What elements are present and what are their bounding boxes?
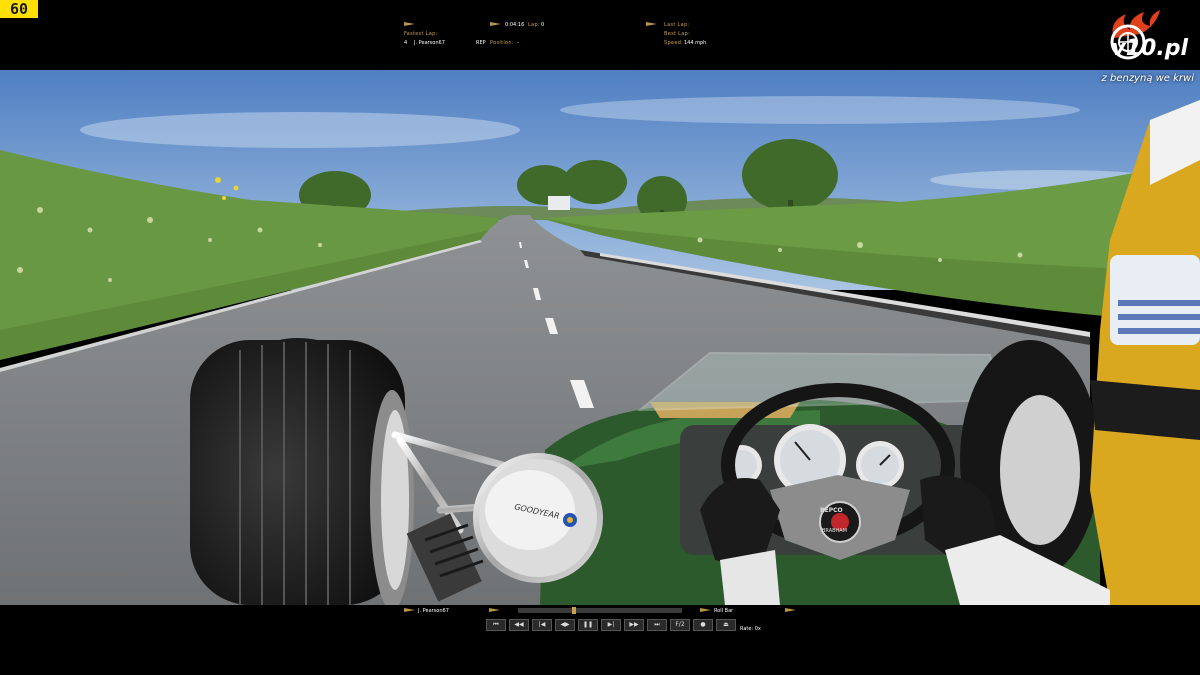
speed-value: 144 mph [684,40,707,46]
fastest-lap-driver: J. Pearson67 [414,40,445,46]
step-forward-button[interactable]: ▶| [601,619,621,631]
fastest-lap-position: 4 [404,40,408,46]
replay-timeline-slider[interactable] [518,608,682,613]
fast-forward-button[interactable]: ▶▶ [624,619,644,631]
eject-button[interactable]: ⏏ [716,619,736,631]
replay-arrow-icon [404,608,415,612]
race-scene [0,70,1200,605]
brand-logo-text: v10.pl [1111,36,1188,61]
replay-arrow-icon [785,608,796,612]
rewind-button[interactable]: ◀◀ [509,619,529,631]
brand-tagline: z benzyną we krwi [1101,73,1194,84]
replay-arrow-icon [489,608,500,612]
record-icon: ● [700,621,706,628]
eject-icon: ⏏ [723,621,729,628]
skip-to-end-icon: ⏭ [654,621,660,628]
play-reverse-button[interactable]: ◀▶ [555,619,575,631]
camera-button[interactable]: F/2 [670,619,690,631]
steering-hub-bottom-text: BRABHAM [822,528,848,534]
skip-to-start-icon: ⏮ [493,621,499,628]
last-lap-label: Last Lap: [664,22,690,28]
best-lap-label: Best Lap: [664,31,691,37]
session-time: 0:04:16 [505,22,525,28]
step-back-icon: |◀ [538,621,546,628]
step-back-button[interactable]: |◀ [532,619,552,631]
fast-forward-icon: ▶▶ [629,621,639,628]
hud-arrow-icon [490,22,501,26]
steering-hub-top-text: REPCO [820,507,843,514]
pause-icon: ❚❚ [582,621,594,628]
replay-control-bar: J. Pearson67 Roll Bar Rate: 0x [0,605,1200,675]
race-hud: 0:04:16 Lap: 0 Fastest Lap: 4 J. Pearson… [0,0,1200,70]
camera-icon: F/2 [675,621,685,628]
replay-rate-label: Rate: 0x [740,626,761,632]
fastest-lap-label: Fastest Lap: [404,31,438,37]
play-reverse-icon: ◀▶ [560,621,570,628]
skip-to-end-button[interactable]: ⏭ [647,619,667,631]
replay-timeline-thumb[interactable] [571,607,576,614]
rewind-icon: ◀◀ [514,621,524,628]
lap-label: Lap: [528,22,540,28]
skip-to-start-button[interactable]: ⏮ [486,619,506,631]
hud-arrow-icon [404,22,415,26]
record-button[interactable]: ● [693,619,713,631]
hud-arrow-icon [646,22,657,26]
speed-label: Speed: [664,40,684,46]
step-forward-icon: ▶| [607,621,615,628]
rep-label: REP [476,40,486,46]
position-label: Position: [490,40,514,46]
replay-camera-label[interactable]: Roll Bar [714,608,733,614]
replay-arrow-icon [700,608,711,612]
pause-button[interactable]: ❚❚ [578,619,598,631]
lap-value: 0 [541,22,545,28]
game-viewport: REPCO BRABHAM GOODYEAR [0,70,1200,605]
replay-driver-name[interactable]: J. Pearson67 [418,608,449,614]
position-value: - [517,40,519,46]
